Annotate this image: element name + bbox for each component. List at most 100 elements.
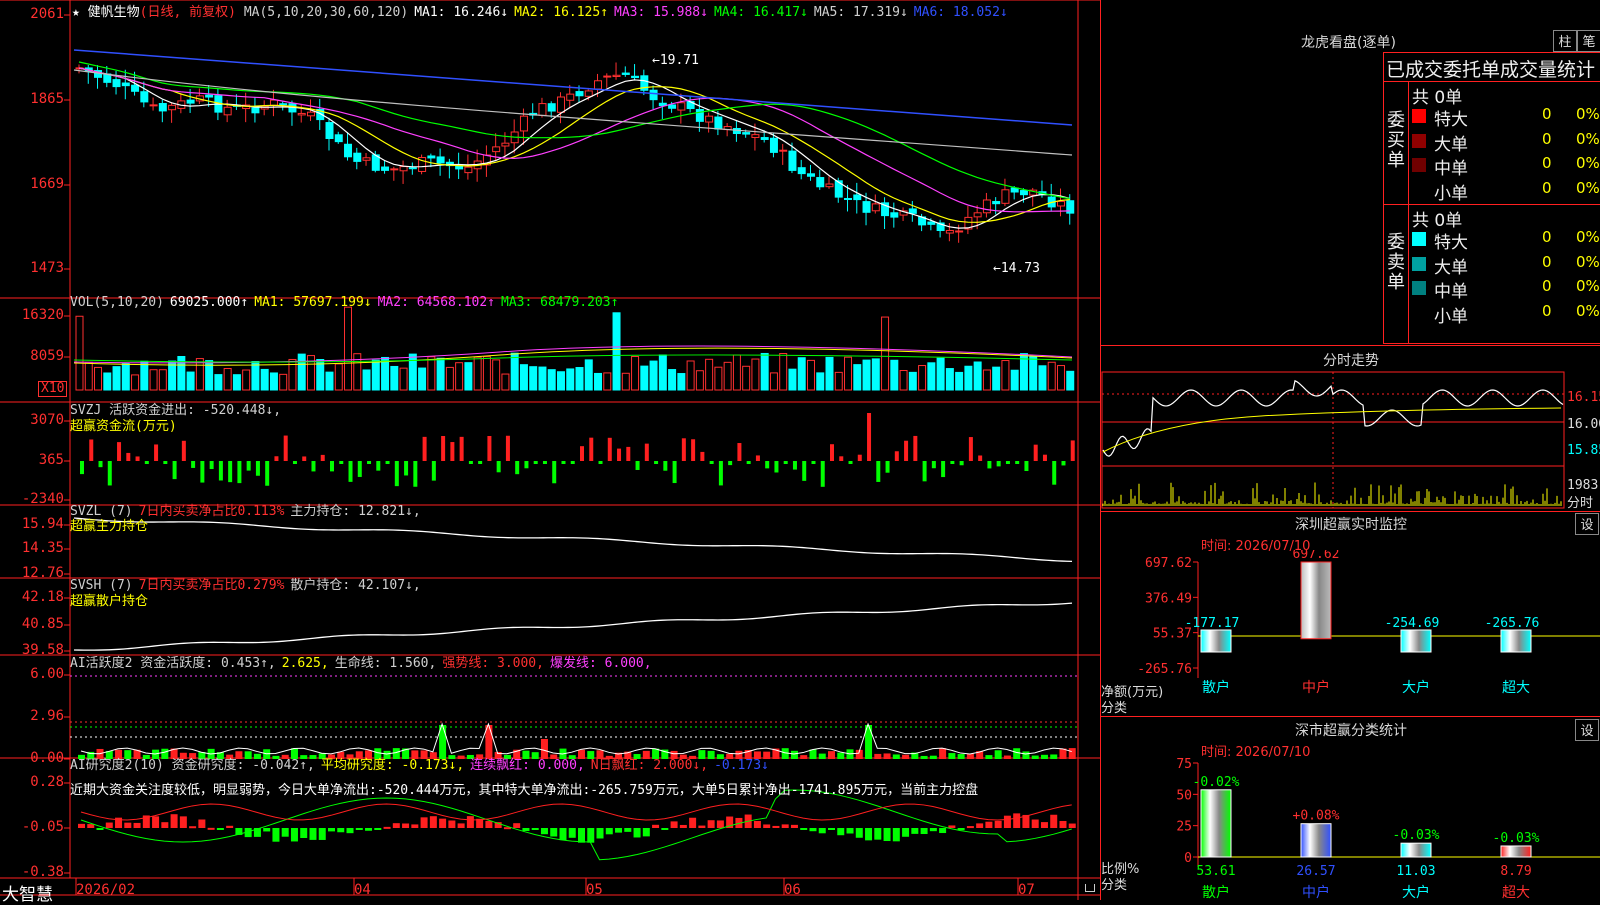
money-flow-bar <box>765 461 770 469</box>
bar-mode-button[interactable]: 柱 <box>1553 30 1577 52</box>
research-bar <box>152 816 160 828</box>
activity-bar <box>1022 751 1030 759</box>
svzl-axis-label: 12.76 <box>21 565 64 581</box>
research-bar <box>976 823 984 828</box>
candle-body <box>436 156 445 164</box>
vol-ma <box>73 345 1073 364</box>
vol-unit-badge[interactable]: X10 <box>38 381 68 397</box>
order-row-value: 0 <box>1542 154 1552 172</box>
intraday-vol-label: 1983 <box>1567 478 1599 493</box>
volume-bar <box>677 373 686 391</box>
order-row-pct: 0% <box>1576 105 1600 123</box>
research-bar <box>513 823 521 828</box>
money-flow-bar <box>1033 444 1038 461</box>
volume-bar <box>788 368 797 391</box>
research-bar <box>1031 819 1039 828</box>
bar-value-label: 53.61 <box>1196 864 1235 879</box>
order-color-swatch <box>1412 109 1426 123</box>
candle-body <box>1001 189 1010 204</box>
money-flow-bar <box>552 461 557 484</box>
svzl-header-item: 7日内买卖净占比0.113% <box>138 504 285 519</box>
research-bar <box>485 820 493 828</box>
research-bar <box>457 823 465 828</box>
brand-logo[interactable]: 大智慧 <box>2 880 53 905</box>
svsh-axis-label: 39.58 <box>21 642 64 658</box>
ai2-axis-label: 0.28 <box>30 774 64 790</box>
research-bar <box>939 828 947 834</box>
money-flow-bar <box>292 461 297 464</box>
research-bar <box>559 828 567 841</box>
candle-body <box>908 208 917 214</box>
money-flow-bar <box>459 436 464 461</box>
ai2-axis-label: -0.38 <box>21 864 64 880</box>
volume-bar <box>936 357 945 391</box>
volume-bar <box>649 360 658 391</box>
volume-bar <box>455 362 464 391</box>
volume-bar <box>1010 369 1019 391</box>
money-flow-bar <box>515 461 520 475</box>
candle-body <box>353 152 362 162</box>
monitor-settings-button[interactable]: 设 <box>1575 513 1599 535</box>
money-flow-bar <box>422 436 427 461</box>
vol-axis-label: 16320 <box>21 307 64 323</box>
research-bar <box>522 828 530 832</box>
intraday-axis-label: 16.15 <box>1567 390 1600 405</box>
candle-body <box>131 84 140 92</box>
money-flow-bar <box>617 448 622 461</box>
research-bar <box>781 824 789 828</box>
volume-bar <box>84 361 93 391</box>
volume-bar <box>686 360 695 391</box>
activity-bar <box>985 755 993 759</box>
money-flow-bar <box>830 444 834 461</box>
money-flow-bar <box>246 461 251 471</box>
candle-body <box>862 201 871 213</box>
stock-star-icon[interactable]: ★ <box>72 5 80 20</box>
intraday-chart[interactable] <box>1101 370 1600 510</box>
volume-bar <box>334 363 343 391</box>
volume-bar <box>519 364 528 391</box>
category-bar <box>1500 629 1532 653</box>
money-flow-bar <box>496 461 501 473</box>
bar-value-label: -0.03% <box>1493 831 1540 846</box>
candle-body <box>556 96 565 113</box>
candle-body <box>769 137 778 153</box>
lock-icon[interactable] <box>1085 884 1095 892</box>
class-settings-button[interactable]: 设 <box>1575 719 1599 741</box>
order-stats-title: 已成交委托单成交量统计 <box>1386 59 1596 81</box>
research-bar <box>670 821 678 828</box>
candle-body <box>649 89 658 101</box>
volume-bar <box>399 367 408 391</box>
volume-bar <box>769 372 778 391</box>
tick-mode-button[interactable]: 笔 <box>1577 30 1600 52</box>
svsh-header-item: 散户持仓: 42.107↓, <box>290 578 421 593</box>
order-row-label: 特大 <box>1434 110 1468 130</box>
research-bar <box>402 823 410 828</box>
money-flow-bar <box>978 455 983 461</box>
money-flow-bar <box>561 461 566 464</box>
date-axis-label: 04 <box>354 882 371 898</box>
volume-bar <box>871 358 880 391</box>
candle-body <box>594 80 603 90</box>
order-row-pct: 0% <box>1576 277 1600 295</box>
money-flow-bar <box>1042 454 1047 461</box>
research-bar <box>911 828 919 834</box>
money-flow-bar <box>755 455 760 461</box>
candle-body <box>612 74 621 77</box>
research-bar <box>587 828 595 843</box>
intraday-title: 分时走势 <box>1323 353 1379 369</box>
research-bar <box>216 828 224 830</box>
category-bar <box>1300 823 1332 858</box>
money-flow-bar <box>598 461 603 464</box>
order-row-pct: 0% <box>1576 252 1600 271</box>
order-row: 大单 0 0% <box>1412 252 1600 278</box>
order-row: 小单 0 0% <box>1412 302 1600 327</box>
volume-bar <box>1001 360 1010 391</box>
money-flow-bar <box>857 454 862 461</box>
money-flow-bar <box>931 461 936 469</box>
research-bar <box>578 828 585 843</box>
candle-body <box>408 167 417 170</box>
ai1-header-item: 生命线: 1.560, <box>334 656 437 671</box>
ma-line <box>78 67 1070 229</box>
volume-bar <box>131 374 140 391</box>
order-color-swatch <box>1412 256 1426 271</box>
